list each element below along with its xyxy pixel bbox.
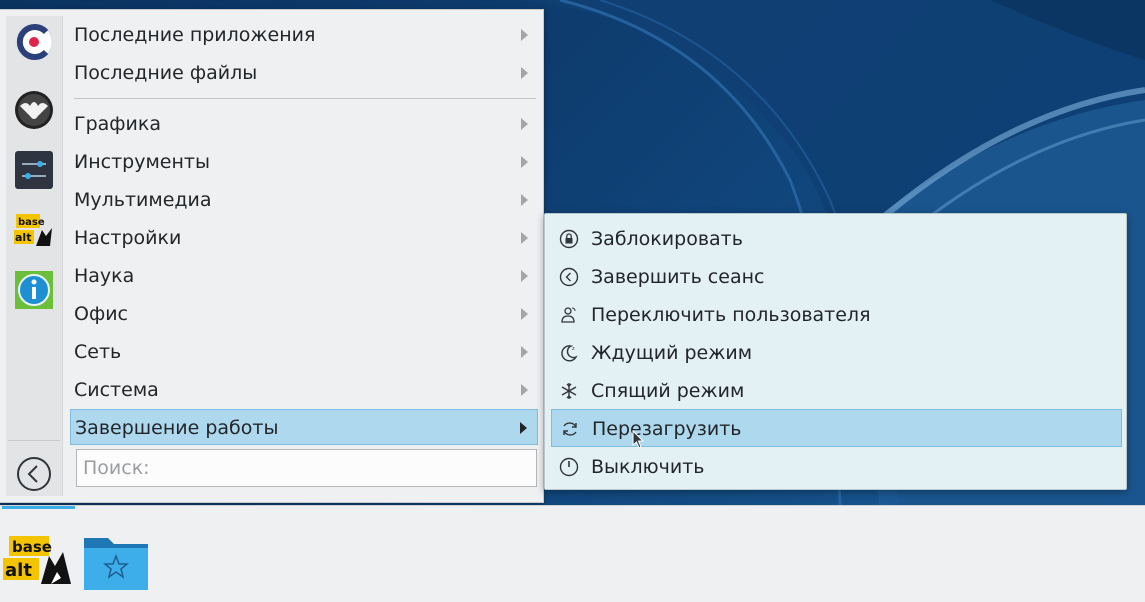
power-icon (559, 457, 579, 477)
submenu-item-label: Выключить (591, 456, 705, 478)
folder-star-icon (84, 538, 148, 590)
favorite-gimp-like[interactable] (14, 90, 54, 130)
chevron-right-icon (521, 29, 528, 41)
menu-item-recent-apps[interactable]: Последние приложения (70, 17, 538, 53)
menu-item-label: Графика (74, 113, 162, 135)
submenu-item-label: Заблокировать (591, 228, 743, 250)
chevron-right-icon (521, 67, 528, 79)
chevron-right-icon (521, 308, 528, 320)
menu-item-office[interactable]: Офис (70, 296, 538, 332)
taskbar: base alt (0, 505, 1145, 602)
submenu-item-label: Ждущий режим (591, 342, 753, 364)
search-input[interactable] (76, 449, 537, 487)
lock-icon (559, 229, 579, 249)
menu-separator (74, 98, 536, 99)
menu-item-label: Завершение работы (75, 417, 279, 439)
submenu-item-label: Завершить сеанс (591, 266, 765, 288)
submenu-item-logout[interactable]: Завершить сеанс (551, 258, 1122, 296)
menu-item-system[interactable]: Система (70, 372, 538, 408)
svg-text:alt: alt (5, 560, 32, 581)
basealt-logo: base alt (3, 536, 71, 584)
sliders-icon (15, 151, 53, 189)
favorite-info-app[interactable] (14, 270, 54, 310)
svg-text:z: z (572, 346, 575, 352)
bat-globe-icon (15, 91, 53, 129)
menu-item-label: Сеть (74, 341, 122, 363)
application-menu: base alt Последние приложения Последние … (0, 9, 544, 503)
menu-item-science[interactable]: Наука (70, 258, 538, 294)
back-button[interactable] (14, 454, 54, 494)
taskbar-basealt-launcher[interactable]: base alt (3, 526, 73, 596)
switch-user-icon (561, 307, 576, 323)
favorites-column: base alt (6, 16, 63, 496)
info-icon (15, 271, 53, 309)
svg-text:base: base (12, 538, 52, 556)
submenu-item-lock[interactable]: Заблокировать (551, 220, 1122, 258)
menu-item-label: Наука (74, 265, 135, 287)
chevron-right-icon (521, 156, 528, 168)
chevron-right-icon (520, 422, 527, 434)
submenu-item-label: Перезагрузить (592, 418, 742, 440)
submenu-item-switch-user[interactable]: Переключить пользователя (551, 296, 1122, 334)
active-launcher-indicator (2, 506, 75, 509)
menu-item-tools[interactable]: Инструменты (70, 144, 538, 180)
menu-item-label: Настройки (74, 227, 182, 249)
menu-item-graphics[interactable]: Графика (70, 106, 538, 142)
submenu-item-label: Переключить пользователя (591, 304, 871, 326)
menu-item-label: Система (74, 379, 159, 401)
menu-item-network[interactable]: Сеть (70, 334, 538, 370)
chevron-right-icon (521, 384, 528, 396)
menu-item-shutdown[interactable]: Завершение работы (70, 409, 538, 445)
snowflake-icon (561, 383, 577, 399)
chevron-right-icon (521, 194, 528, 206)
submenu-item-poweroff[interactable]: Выключить (551, 448, 1122, 486)
menu-item-label: Последние приложения (74, 24, 316, 46)
favorite-communication-app[interactable] (14, 22, 54, 62)
restart-icon (563, 422, 577, 436)
back-arrow-icon (17, 457, 51, 491)
svg-text:alt: alt (15, 231, 31, 244)
submenu-item-hibernate[interactable]: Спящий режим (551, 372, 1122, 410)
submenu-item-label: Спящий режим (591, 380, 745, 402)
taskbar-favorites-folder[interactable] (82, 526, 152, 596)
menu-item-label: Инструменты (74, 151, 210, 173)
moon-icon: z (561, 345, 578, 362)
menu-item-label: Последние файлы (74, 62, 258, 84)
c-ring-icon (15, 23, 53, 61)
menu-item-label: Мультимедиа (74, 189, 212, 211)
favorite-settings-app[interactable] (14, 150, 54, 190)
menu-item-multimedia[interactable]: Мультимедиа (70, 182, 538, 218)
favorites-separator (8, 440, 60, 441)
basealt-logo: base alt (14, 214, 52, 246)
favorite-basealt-app[interactable]: base alt (14, 210, 54, 250)
svg-text:base: base (18, 217, 45, 228)
menu-item-settings[interactable]: Настройки (70, 220, 538, 256)
chevron-right-icon (521, 346, 528, 358)
mouse-cursor-icon (632, 430, 645, 449)
menu-item-label: Офис (74, 303, 128, 325)
chevron-right-icon (521, 270, 528, 282)
chevron-right-icon (521, 232, 528, 244)
menu-item-recent-files[interactable]: Последние файлы (70, 55, 538, 91)
submenu-item-suspend[interactable]: z Ждущий режим (551, 334, 1122, 372)
chevron-right-icon (521, 118, 528, 130)
logout-icon (559, 267, 579, 287)
